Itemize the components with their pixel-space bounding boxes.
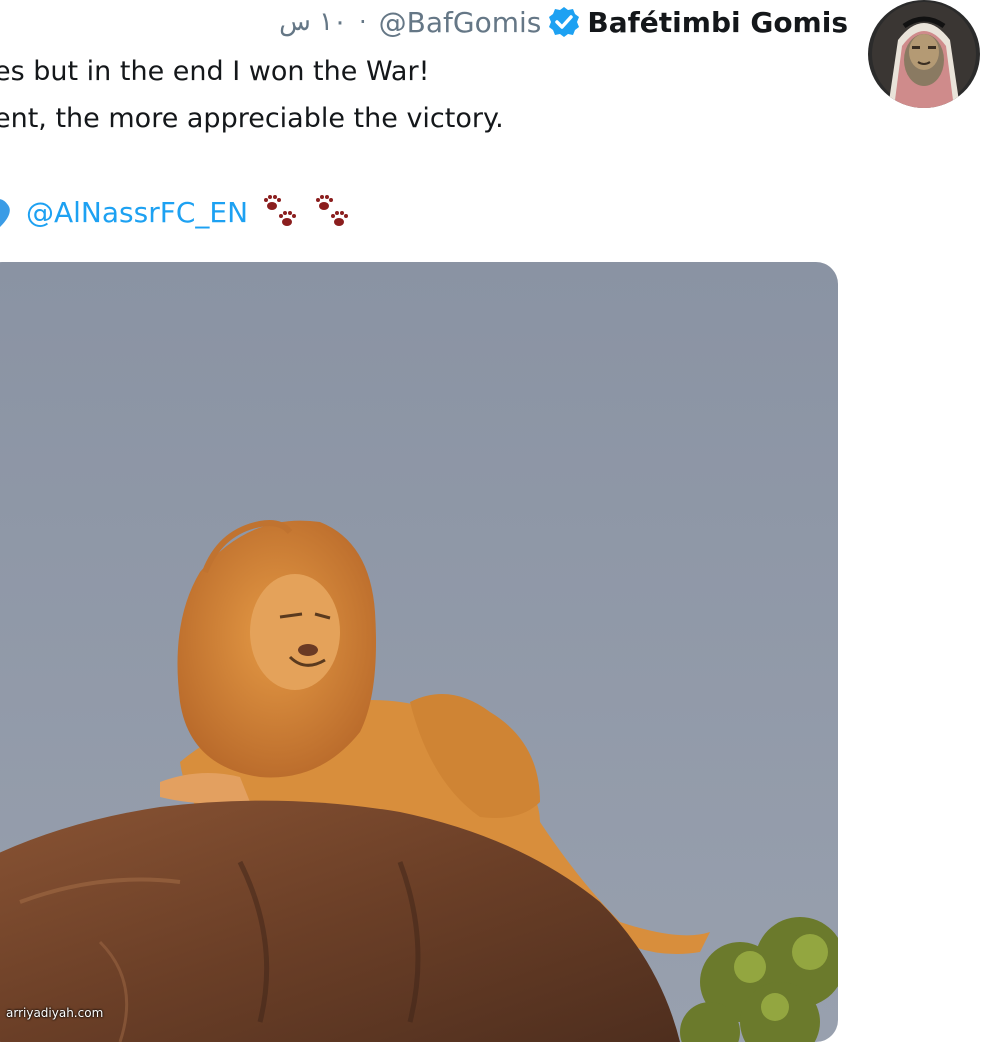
tweet-text-line-1: es but in the end I won the War!	[0, 56, 430, 87]
blue-heart-icon	[0, 195, 14, 229]
handle[interactable]: @BafGomis	[379, 6, 542, 39]
mention-row: @AlNassrFC_EN	[0, 192, 352, 232]
mention-link[interactable]: @AlNassrFC_EN	[26, 196, 248, 229]
paw-prints-icon	[312, 192, 352, 232]
avatar-image	[868, 0, 980, 108]
tweet-header: Bafétimbi Gomis @BafGomis · ١٠ س	[279, 0, 848, 44]
separator-dot: ·	[359, 8, 367, 36]
avatar[interactable]	[868, 0, 980, 108]
tweet-media-video[interactable]	[0, 262, 838, 1042]
verified-badge-icon	[547, 5, 581, 39]
watermark: arriyadiyah.com	[6, 1006, 104, 1020]
tweet-text-line-2: ent, the more appreciable the victory.	[0, 103, 504, 134]
paw-prints-icon	[260, 192, 300, 232]
lion-on-rock-image	[0, 262, 838, 1042]
display-name[interactable]: Bafétimbi Gomis	[587, 6, 848, 39]
tweet-time[interactable]: ١٠ س	[279, 7, 347, 37]
